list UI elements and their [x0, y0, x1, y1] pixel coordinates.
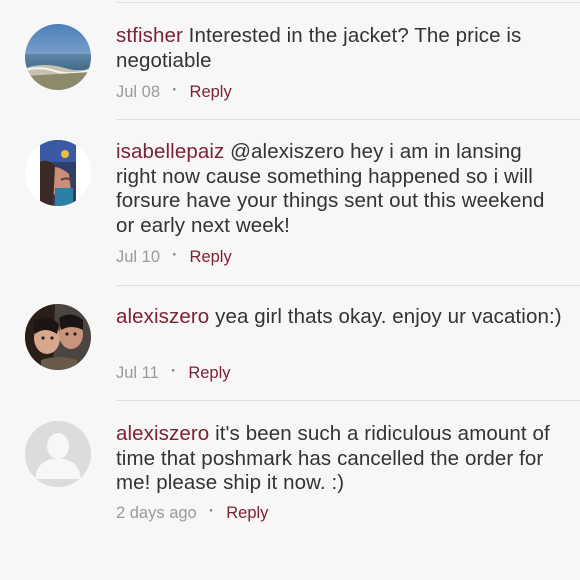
comment-body: yea girl thats okay. enjoy ur vacation:): [215, 305, 562, 328]
comment-date: Jul 08: [116, 83, 161, 101]
comment-meta: Jul 08 · Reply: [116, 81, 232, 102]
separator-dot: ·: [170, 362, 177, 380]
reply-link[interactable]: Reply: [190, 248, 232, 266]
comment-text: stfisher Interested in the jacket? The p…: [116, 24, 566, 73]
reply-link[interactable]: Reply: [190, 83, 232, 101]
user-avatar[interactable]: [25, 140, 91, 206]
couple-photo-avatar: [25, 304, 91, 370]
reply-link[interactable]: Reply: [188, 364, 230, 382]
user-avatar[interactable]: [25, 304, 91, 370]
comment-username[interactable]: stfisher: [116, 24, 183, 47]
comment-divider: [116, 400, 580, 401]
selfie-photo-avatar: [25, 140, 91, 206]
separator-dot: ·: [208, 502, 215, 520]
comment-username[interactable]: alexiszero: [116, 305, 209, 328]
comment-meta: Jul 10 · Reply: [116, 246, 232, 267]
comment-date: 2 days ago: [116, 504, 197, 522]
reply-link[interactable]: Reply: [226, 504, 268, 522]
default-user-icon: [25, 421, 91, 487]
comment-divider: [116, 119, 580, 120]
comment-text: alexiszero yea girl thats okay. enjoy ur…: [116, 305, 566, 330]
comment-username[interactable]: alexiszero: [116, 422, 209, 445]
comment-username[interactable]: isabellepaiz: [116, 140, 224, 163]
comment-meta: Jul 11 · Reply: [116, 362, 231, 383]
comment-date: Jul 11: [116, 364, 159, 382]
comment-meta: 2 days ago · Reply: [116, 502, 268, 523]
comment-date: Jul 10: [116, 248, 161, 266]
user-avatar[interactable]: [25, 24, 91, 90]
top-divider: [116, 2, 580, 3]
comment-text: alexiszero it's been such a ridiculous a…: [116, 422, 566, 496]
user-avatar[interactable]: [25, 421, 91, 487]
separator-dot: ·: [172, 246, 178, 264]
comment-text: isabellepaiz @alexiszero hey i am in lan…: [116, 140, 566, 238]
comment-divider: [116, 285, 580, 286]
separator-dot: ·: [172, 81, 178, 99]
beach-photo-avatar: [25, 24, 91, 90]
